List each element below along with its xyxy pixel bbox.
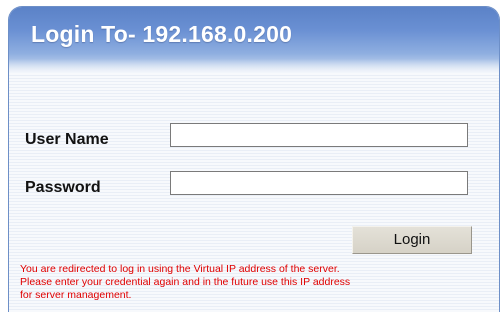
dialog-title: Login To- 192.168.0.200 xyxy=(31,21,293,47)
login-button[interactable]: Login xyxy=(352,226,472,254)
username-label: User Name xyxy=(25,131,109,148)
password-input[interactable] xyxy=(170,171,468,195)
redirect-message: You are redirected to log in using the V… xyxy=(20,263,498,302)
title-fade xyxy=(9,59,499,73)
message-line: You are redirected to log in using the V… xyxy=(20,263,340,275)
password-label: Password xyxy=(25,179,101,196)
login-dialog: Login To- 192.168.0.200 User Name Passwo… xyxy=(8,6,500,312)
username-input[interactable] xyxy=(170,123,468,147)
message-line: for server management. xyxy=(20,289,132,301)
message-line: Please enter your credential again and i… xyxy=(20,276,351,288)
